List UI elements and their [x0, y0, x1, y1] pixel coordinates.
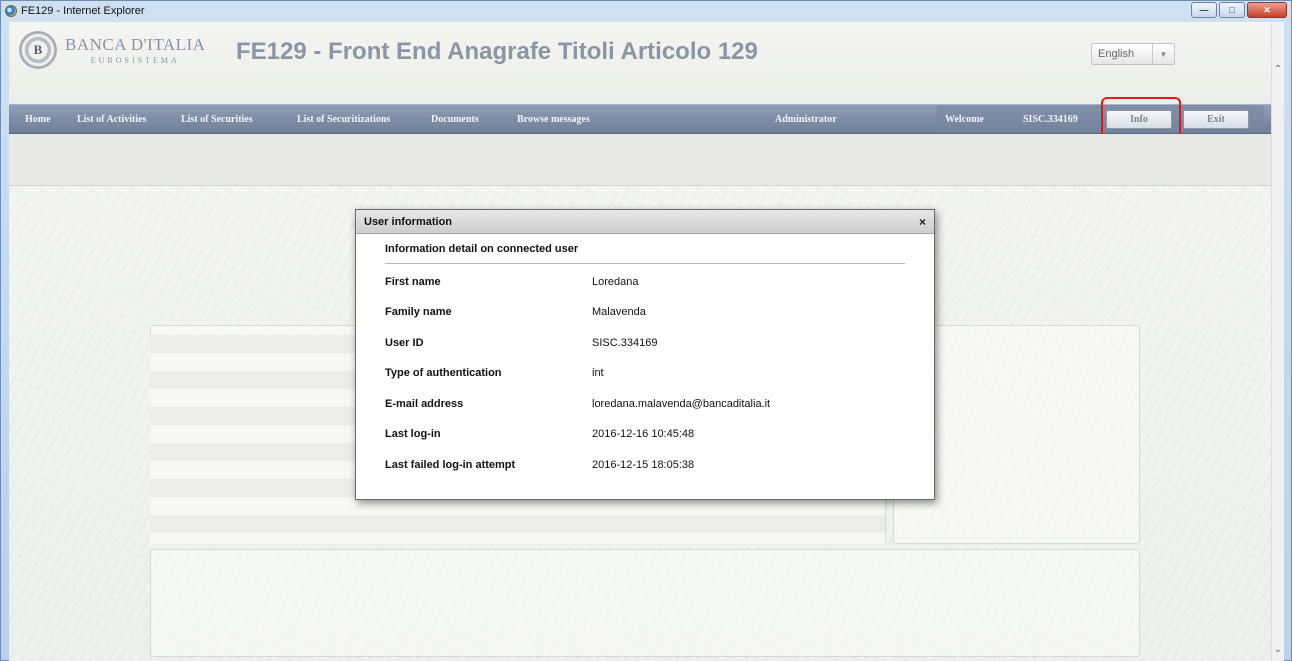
language-selected: English [1098, 48, 1135, 60]
user-information-dialog: User information × Information detail on… [355, 209, 935, 500]
window-controls: — □ ✕ [1191, 2, 1287, 18]
title-bar: FE129 - Internet Explorer — □ ✕ [1, 1, 1291, 21]
field-value-last-failed-login: 2016-12-15 18:05:38 [592, 459, 695, 471]
window-title: FE129 - Internet Explorer [21, 5, 145, 17]
toolbar-band [9, 134, 1271, 186]
minimize-button[interactable]: — [1191, 2, 1217, 18]
page-content: B BANCA D'ITALIA EUROSISTEMA FE129 - Fro… [9, 22, 1284, 661]
app-title: FE129 - Front End Anagrafe Titoli Artico… [236, 38, 758, 65]
scroll-down-icon[interactable]: ⌄ [1272, 642, 1284, 656]
field-value-user-id: SISC.334169 [592, 337, 658, 349]
nav-item-home[interactable]: Home [25, 114, 51, 125]
bank-logo[interactable]: B BANCA D'ITALIA EUROSISTEMA [19, 31, 205, 69]
field-value-auth-type: int [592, 367, 604, 379]
field-value-family-name: Malavenda [592, 306, 646, 318]
maximize-button[interactable]: □ [1219, 2, 1245, 18]
field-value-first-name: Loredana [592, 276, 639, 288]
welcome-label: Welcome [945, 114, 984, 125]
internet-explorer-icon [5, 5, 17, 17]
field-value-email: loredana.malavenda@bancaditalia.it [592, 398, 771, 410]
field-label-email: E-mail address [385, 398, 464, 410]
field-value-last-login: 2016-12-16 10:45:48 [592, 428, 695, 440]
field-label-last-login: Last log-in [385, 428, 441, 440]
field-label-first-name: First name [385, 276, 441, 288]
nav-item-documents[interactable]: Documents [431, 114, 479, 125]
nav-item-securities[interactable]: List of Securities [181, 114, 253, 125]
section-title: Information detail on connected user [385, 243, 579, 255]
field-label-user-id: User ID [385, 337, 424, 349]
nav-item-securitizations[interactable]: List of Securitizations [297, 114, 390, 125]
section-divider [385, 263, 905, 264]
logo-subtitle: EUROSISTEMA [90, 56, 180, 65]
close-icon[interactable]: × [919, 215, 926, 229]
user-id-label: SISC.334169 [1023, 114, 1078, 125]
background-panel-bottom [150, 549, 1140, 657]
close-window-button[interactable]: ✕ [1247, 2, 1287, 18]
main-nav: Home List of Activities List of Securiti… [9, 104, 1271, 134]
dialog-title: User information [364, 215, 453, 228]
scroll-up-icon[interactable]: ⌃ [1272, 62, 1284, 76]
exit-button[interactable]: Exit [1183, 110, 1249, 129]
bank-seal-icon: B [19, 31, 57, 69]
app-header: B BANCA D'ITALIA EUROSISTEMA FE129 - Fro… [9, 22, 1284, 104]
logo-name: BANCA D'ITALIA [65, 35, 206, 54]
nav-item-activities[interactable]: List of Activities [77, 114, 146, 125]
browser-window: FE129 - Internet Explorer — □ ✕ B BANCA … [0, 0, 1292, 661]
field-label-family-name: Family name [385, 306, 452, 318]
chevron-down-icon[interactable]: ▼ [1152, 44, 1174, 64]
language-select[interactable]: English ▼ [1091, 43, 1175, 65]
nav-item-administrator[interactable]: Administrator [775, 114, 837, 125]
field-label-last-failed-login: Last failed log-in attempt [385, 459, 516, 471]
field-label-auth-type: Type of authentication [385, 367, 502, 379]
nav-item-browse-messages[interactable]: Browse messages [517, 114, 590, 125]
vertical-scrollbar[interactable]: ⌃ ⌄ [1271, 22, 1284, 661]
dialog-header: User information × [356, 210, 934, 234]
